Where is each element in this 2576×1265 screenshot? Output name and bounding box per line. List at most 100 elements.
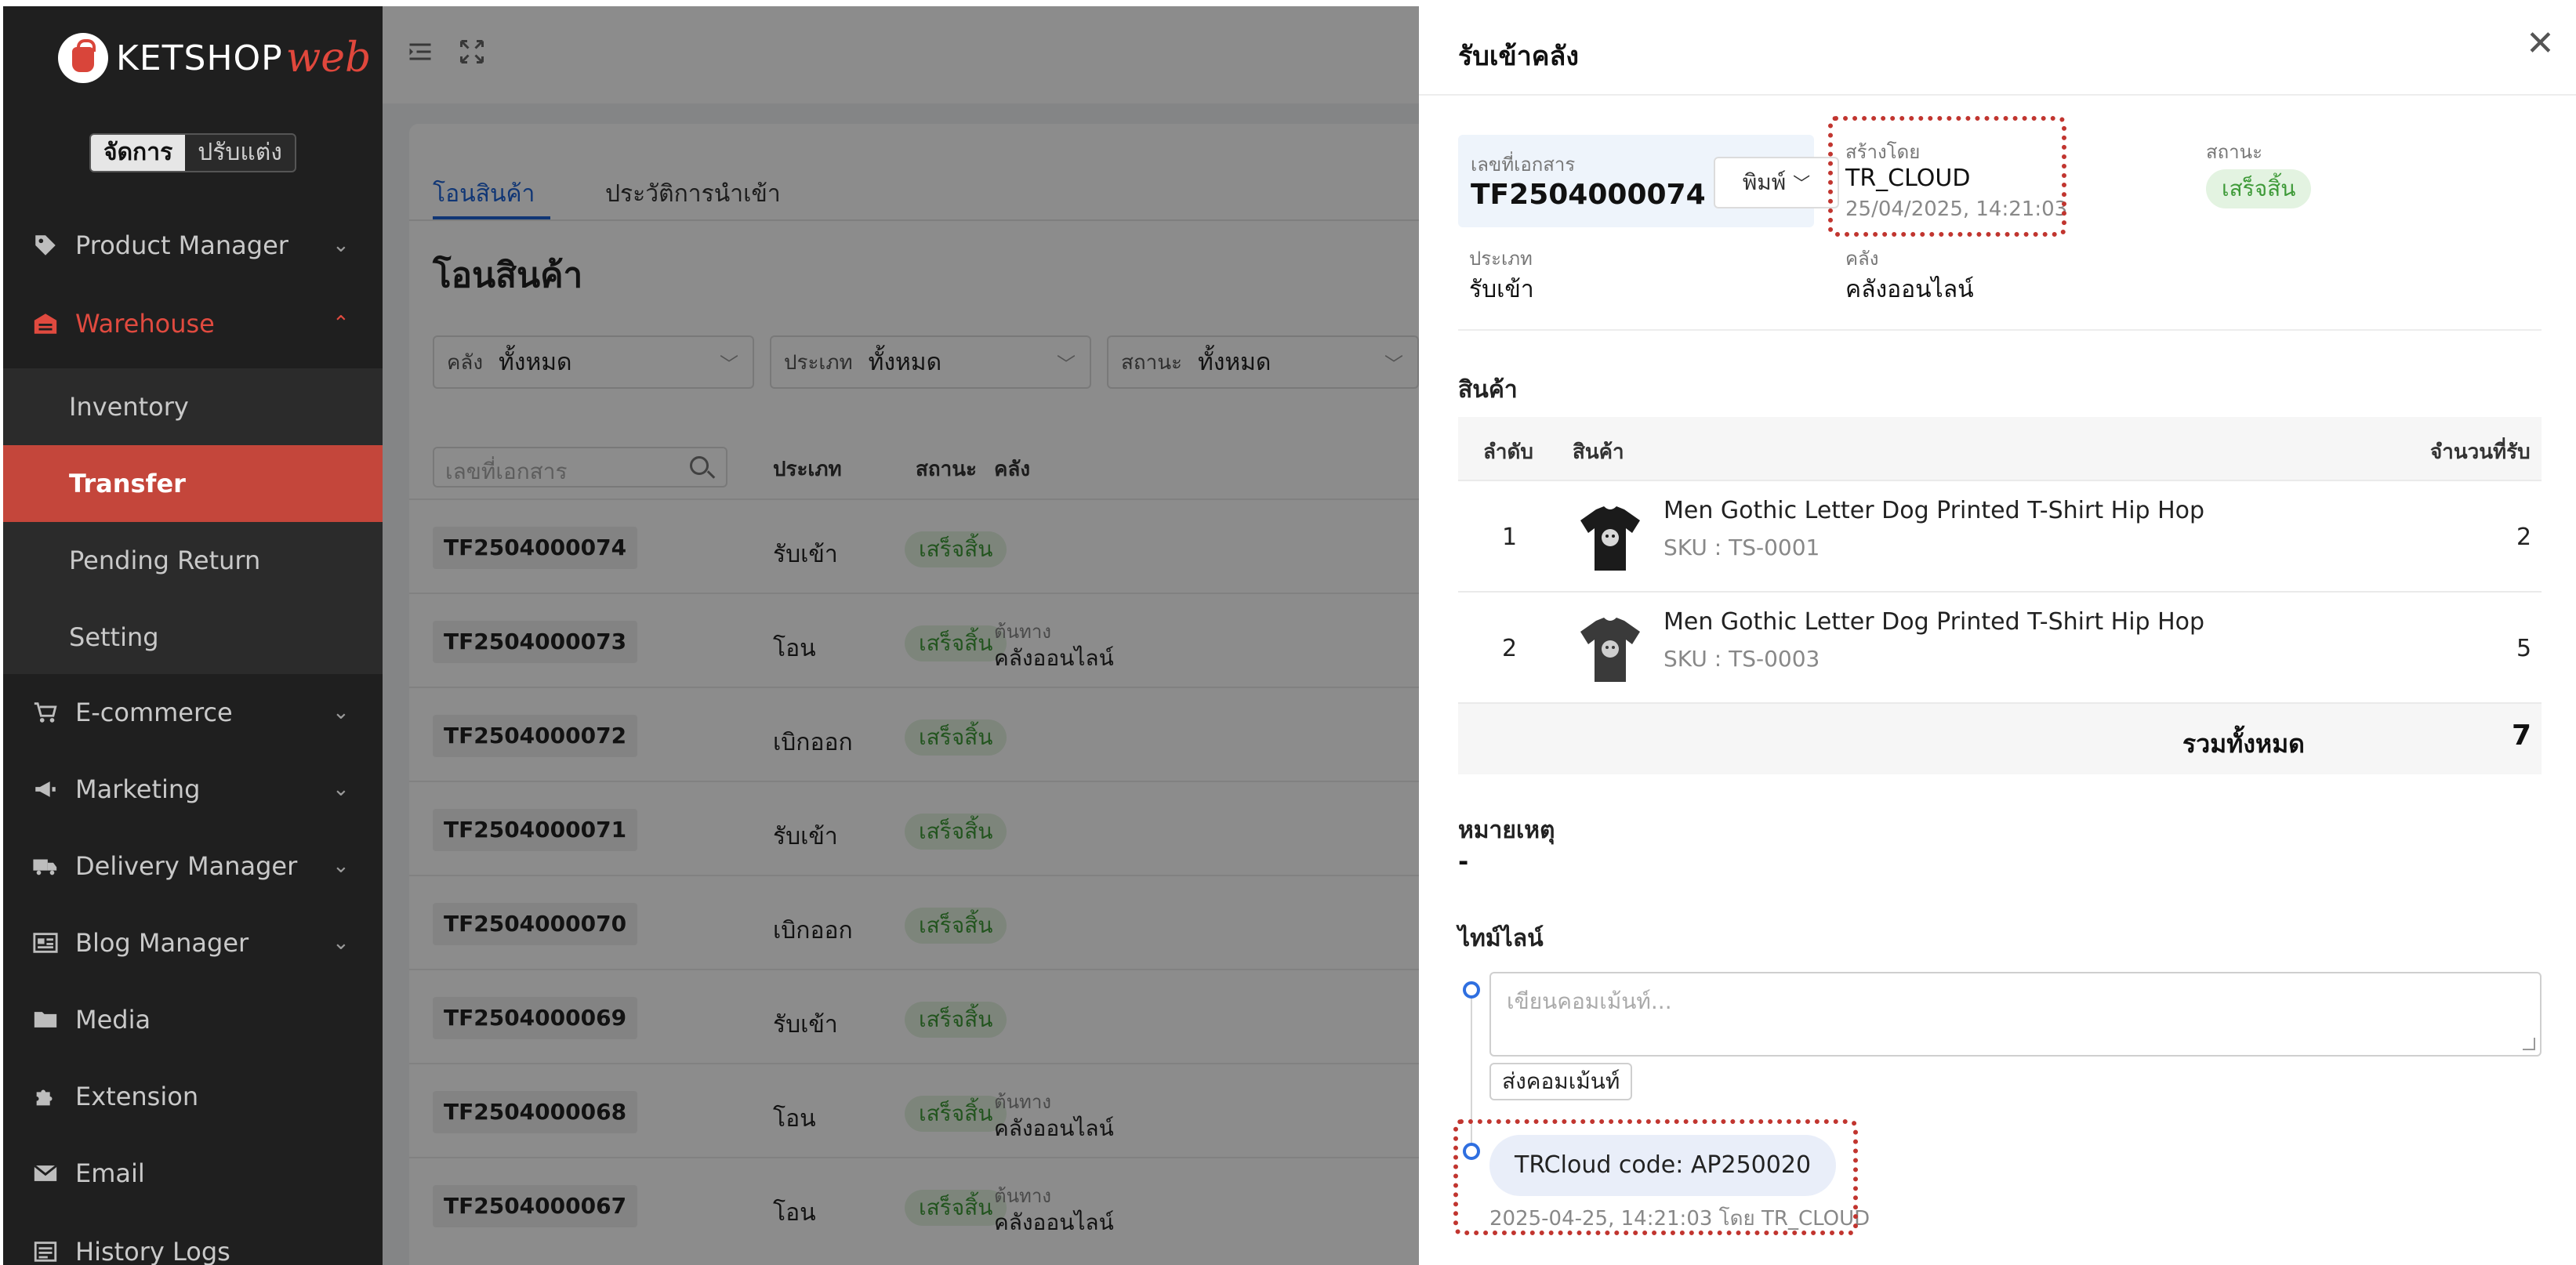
column-header-product: สินค้า [1573,440,1624,464]
timeline-heading: ไทม์ไลน์ [1458,925,1544,952]
sidebar-item-label: Warehouse [75,309,215,339]
send-comment-button[interactable]: ส่งคอมเม้นท์ [1489,1063,1633,1100]
timeline-dot [1463,981,1480,999]
comment-input[interactable]: เขียนคอมเม้นท์... [1489,972,2542,1057]
column-header-qty: จำนวนที่รับ [2430,440,2531,464]
note-value: - [1458,846,1469,876]
sidebar-item-history-logs[interactable]: History Logs [3,1213,383,1265]
products-total-row: รวมทั้งหมด 7 [1458,702,2542,774]
mode-customize-button[interactable]: ปรับแต่ง [185,135,295,171]
sidebar-item-warehouse[interactable]: Warehouse ⌃ [3,285,383,362]
list-icon [30,1236,61,1265]
sidebar-subitem-transfer[interactable]: Transfer [3,445,383,522]
sidebar-item-label: Media [75,1005,151,1035]
chevron-down-icon: ⌄ [332,854,350,878]
sidebar-subitem-label: Setting [69,622,159,652]
status-badge: เสร็จสิ้น [2206,169,2312,208]
newspaper-icon [30,927,61,959]
sidebar-subitem-label: Pending Return [69,546,261,575]
total-label: รวมทั้งหมด [2182,729,2305,759]
note-heading: หมายเหตุ [1458,817,1555,844]
cart-icon [30,697,61,728]
chevron-down-icon: ⌄ [332,234,350,257]
sidebar-subitem-label: Inventory [69,392,189,422]
sidebar-item-label: History Logs [75,1237,230,1265]
sidebar-item-label: Blog Manager [75,928,249,958]
sidebar-item-label: E-commerce [75,698,233,727]
type-value: รับเข้า [1469,276,1534,303]
product-thumbnail [1573,611,1648,687]
receive-stock-drawer: รับเข้าคลัง ✕ เลขที่เอกสาร TF2504000074 … [1419,0,2576,1265]
sidebar-item-delivery-manager[interactable]: Delivery Manager ⌄ [3,828,383,904]
warehouse-label: คลัง [1845,248,1879,270]
table-row: 2 Men Gothic Letter Dog Printed T-Shirt … [1458,591,2542,702]
sidebar-item-label: Extension [75,1082,199,1111]
chevron-down-icon: ﹀ [1793,175,1811,194]
brand-mark-icon [58,33,108,83]
sidebar-item-marketing[interactable]: Marketing ⌄ [3,751,383,828]
close-icon[interactable]: ✕ [2526,27,2555,61]
product-sku: SKU : TS-0003 [1664,646,1820,672]
products-heading: สินค้า [1458,376,1518,404]
warehouse-value: คลังออนไลน์ [1845,276,1974,303]
sidebar-item-product-manager[interactable]: Product Manager ⌄ [3,207,383,284]
megaphone-icon [30,774,61,805]
products-table-header: ลำดับ สินค้า จำนวนที่รับ [1458,417,2542,480]
document-number-label: เลขที่เอกสาร [1471,154,1576,176]
tag-icon [30,230,61,261]
drawer-header-divider [1419,94,2576,96]
info-divider [1458,329,2542,331]
document-number-value: TF2504000074 [1471,179,1706,211]
product-qty: 2 [2516,524,2532,551]
row-index: 1 [1502,524,1518,551]
sidebar-item-media[interactable]: Media [3,981,383,1058]
comment-placeholder: เขียนคอมเม้นท์... [1507,988,1672,1014]
sidebar-subitem-label: Transfer [69,469,186,498]
sidebar-item-ecommerce[interactable]: E-commerce ⌄ [3,674,383,751]
status-label: สถานะ [2206,141,2262,163]
chevron-down-icon: ⌄ [332,701,350,724]
sidebar-item-extension[interactable]: Extension [3,1058,383,1135]
truck-icon [30,850,61,882]
print-button-label: พิมพ์ [1742,169,1787,195]
column-header-index: ลำดับ [1483,440,1533,464]
product-sku: SKU : TS-0001 [1664,535,1820,560]
chevron-up-icon: ⌃ [332,312,350,335]
product-name: Men Gothic Letter Dog Printed T-Shirt Hi… [1664,608,2205,636]
product-qty: 5 [2516,635,2532,662]
sidebar-item-label: Delivery Manager [75,851,298,881]
document-number-box: เลขที่เอกสาร TF2504000074 พิมพ์ ﹀ [1458,135,1839,227]
sidebar-item-label: Product Manager [75,230,288,260]
brand-logo[interactable]: KETSHOP web [58,28,371,88]
chevron-down-icon: ⌄ [332,931,350,955]
sidebar-item-label: Email [75,1158,145,1188]
row-index: 2 [1502,635,1518,662]
sidebar-subitem-pending-return[interactable]: Pending Return [3,522,383,599]
resize-handle-icon[interactable] [2523,1038,2535,1050]
sidebar-subitem-setting[interactable]: Setting [3,599,383,676]
modal-backdrop[interactable] [383,6,1419,1265]
envelope-icon [30,1158,61,1189]
warehouse-icon [30,308,61,339]
sidebar-subitem-inventory[interactable]: Inventory [3,368,383,445]
chevron-down-icon: ⌄ [332,777,350,801]
table-row: 1 Men Gothic Letter Dog Printed T-Shirt … [1458,480,2542,591]
sidebar-item-blog-manager[interactable]: Blog Manager ⌄ [3,904,383,981]
brand-name: KETSHOP [116,38,283,78]
total-value: 7 [2512,719,2532,752]
folder-icon [30,1004,61,1035]
sidebar: KETSHOP web จัดการ ปรับแต่ง Product Mana… [3,6,383,1265]
highlight-timeline-entry [1453,1119,1858,1235]
mode-manage-button[interactable]: จัดการ [91,135,186,171]
sidebar-item-email[interactable]: Email [3,1135,383,1212]
highlight-created-by [1828,116,2066,237]
products-table: ลำดับ สินค้า จำนวนที่รับ 1 Men Gothic Le… [1458,417,2542,774]
warehouse-submenu: Inventory Transfer Pending Return Settin… [3,368,383,674]
print-button[interactable]: พิมพ์ ﹀ [1714,157,1839,208]
sidebar-item-label: Marketing [75,774,201,804]
drawer-title: รับเข้าคลัง [1458,41,1579,72]
product-thumbnail [1573,500,1648,575]
brand-suffix: web [285,34,372,82]
type-label: ประเภท [1469,248,1533,270]
mode-toggle: จัดการ ปรับแต่ง [89,133,296,172]
